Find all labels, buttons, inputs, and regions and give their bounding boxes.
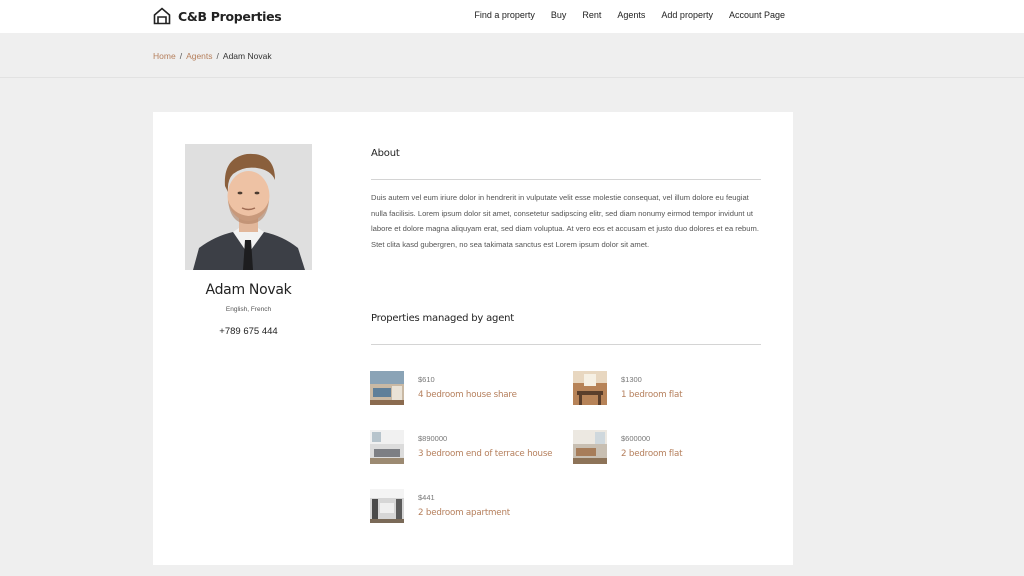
site-header: C&B Properties Find a property Buy Rent … bbox=[0, 0, 1024, 33]
property-photo bbox=[573, 371, 607, 405]
properties-divider bbox=[371, 344, 761, 345]
agent-portrait-image bbox=[185, 144, 312, 270]
property-thumbnail[interactable] bbox=[370, 489, 404, 523]
main-nav: Find a property Buy Rent Agents Add prop… bbox=[458, 10, 785, 20]
nav-rent[interactable]: Rent bbox=[582, 10, 601, 20]
breadcrumb-separator: / bbox=[216, 51, 219, 61]
breadcrumb-current: Adam Novak bbox=[222, 51, 272, 61]
property-photo bbox=[370, 371, 404, 405]
breadcrumb-agents[interactable]: Agents bbox=[186, 51, 212, 61]
property-price: $890000 bbox=[418, 434, 448, 443]
agent-phone[interactable]: +789 675 444 bbox=[185, 326, 312, 337]
property-price: $600000 bbox=[621, 434, 651, 443]
property-photo bbox=[573, 430, 607, 464]
house-logo-icon bbox=[153, 7, 171, 25]
property-card[interactable]: $890000 3 bedroom end of terrace house bbox=[370, 430, 553, 464]
property-card[interactable]: $1300 1 bedroom flat bbox=[573, 371, 683, 405]
brand-name: C&B Properties bbox=[178, 8, 282, 24]
property-title[interactable]: 2 bedroom flat bbox=[621, 449, 683, 459]
nav-buy[interactable]: Buy bbox=[551, 10, 567, 20]
nav-agents[interactable]: Agents bbox=[617, 10, 645, 20]
breadcrumb-separator: / bbox=[179, 51, 183, 61]
property-thumbnail[interactable] bbox=[370, 430, 404, 464]
property-title[interactable]: 3 bedroom end of terrace house bbox=[418, 449, 553, 459]
nav-account-page[interactable]: Account Page bbox=[729, 10, 785, 20]
property-price: $441 bbox=[418, 493, 435, 502]
property-price: $1300 bbox=[621, 375, 642, 384]
property-thumbnail[interactable] bbox=[573, 430, 607, 464]
property-title[interactable]: 1 bedroom flat bbox=[621, 390, 683, 400]
agent-photo bbox=[185, 144, 312, 270]
property-photo bbox=[370, 489, 404, 523]
agent-languages: English, French bbox=[225, 306, 272, 313]
property-thumbnail[interactable] bbox=[573, 371, 607, 405]
property-card[interactable]: $610 4 bedroom house share bbox=[370, 371, 517, 405]
breadcrumb: Home / Agents / Adam Novak bbox=[153, 51, 272, 61]
property-thumbnail[interactable] bbox=[370, 371, 404, 405]
property-card[interactable]: $600000 2 bedroom flat bbox=[573, 430, 683, 464]
agent-name: Adam Novak bbox=[205, 282, 292, 298]
breadcrumb-band: Home / Agents / Adam Novak bbox=[0, 33, 1024, 78]
property-card[interactable]: $441 2 bedroom apartment bbox=[370, 489, 510, 523]
property-title[interactable]: 2 bedroom apartment bbox=[418, 508, 510, 518]
properties-heading: Properties managed by agent bbox=[371, 313, 515, 324]
agent-card: Adam Novak English, French +789 675 444 … bbox=[153, 112, 793, 565]
property-price: $610 bbox=[418, 375, 435, 384]
brand-logo[interactable]: C&B Properties bbox=[153, 6, 282, 26]
property-title[interactable]: 4 bedroom house share bbox=[418, 390, 517, 400]
about-divider bbox=[371, 179, 761, 180]
about-text: Duis autem vel eum iriure dolor in hendr… bbox=[371, 193, 759, 249]
nav-add-property[interactable]: Add property bbox=[661, 10, 713, 20]
about-heading: About bbox=[371, 148, 400, 159]
property-photo bbox=[370, 430, 404, 464]
breadcrumb-home[interactable]: Home bbox=[153, 51, 176, 61]
nav-find-property[interactable]: Find a property bbox=[474, 10, 535, 20]
